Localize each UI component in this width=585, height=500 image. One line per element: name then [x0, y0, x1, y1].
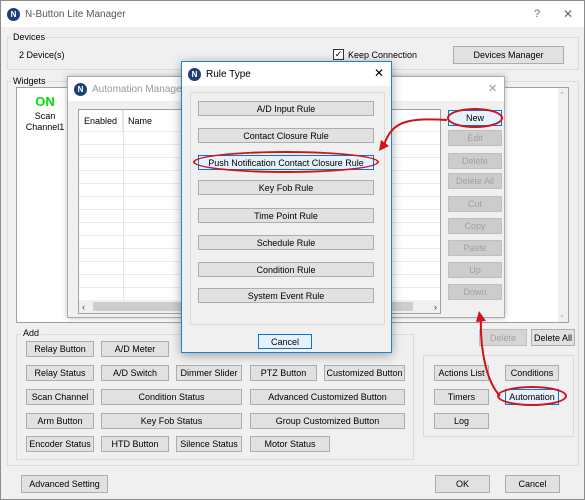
devices-manager-button[interactable]: Devices Manager — [453, 46, 564, 64]
cancel-button[interactable]: Cancel — [505, 475, 560, 493]
rule-type-titlebar[interactable]: N Rule Type ✕ — [182, 62, 391, 86]
new-rule-button[interactable]: New — [448, 110, 502, 126]
ok-button[interactable]: OK — [435, 475, 490, 493]
main-window-title: N-Button Lite Manager — [25, 8, 126, 20]
automation-logo-icon: N — [74, 82, 87, 96]
add-group-customized-button[interactable]: Group Customized Button — [250, 413, 405, 429]
add-ad-switch[interactable]: A/D Switch — [101, 365, 169, 381]
ad-input-rule-button[interactable]: A/D Input Rule — [198, 101, 374, 116]
add-htd-button[interactable]: HTD Button — [101, 436, 169, 452]
add-advanced-customized-button[interactable]: Advanced Customized Button — [250, 389, 405, 405]
add-relay-status[interactable]: Relay Status — [26, 365, 94, 381]
widget-name: Scan Channel1 — [25, 111, 65, 132]
contact-closure-rule-button[interactable]: Contact Closure Rule — [198, 128, 374, 143]
column-name[interactable]: Name — [123, 116, 152, 126]
keep-connection-label: Keep Connection — [348, 50, 418, 60]
delete-all-widgets-button[interactable]: Delete All — [531, 329, 575, 346]
widget-state: ON — [35, 94, 55, 109]
delete-button[interactable]: Delete — [448, 153, 502, 169]
timers-button[interactable]: Timers — [434, 389, 489, 405]
add-relay-button[interactable]: Relay Button — [26, 341, 94, 357]
system-event-rule-button[interactable]: System Event Rule — [198, 288, 374, 303]
edit-button[interactable]: Edit — [448, 130, 502, 146]
help-button[interactable]: ? — [534, 8, 540, 20]
delete-widget-button[interactable]: Delete — [479, 329, 527, 346]
cut-button[interactable]: Cut — [448, 196, 502, 212]
device-count: 2 Device(s) — [19, 50, 65, 60]
log-button[interactable]: Log — [434, 413, 489, 429]
actions-list-button[interactable]: Actions List — [434, 365, 489, 381]
add-dimmer-slider[interactable]: Dimmer Slider — [176, 365, 242, 381]
add-condition-status[interactable]: Condition Status — [101, 389, 242, 405]
schedule-rule-button[interactable]: Schedule Rule — [198, 235, 374, 250]
scroll-right-icon[interactable]: › — [434, 302, 437, 312]
rule-type-close-icon[interactable]: ✕ — [374, 66, 384, 80]
add-scan-channel[interactable]: Scan Channel — [26, 389, 94, 405]
widgets-scrollbar[interactable] — [558, 88, 568, 322]
add-ad-meter[interactable]: A/D Meter — [101, 341, 169, 357]
keep-connection-checkbox[interactable]: ✓ — [333, 49, 344, 60]
rule-type-dialog: N Rule Type ✕ A/D Input Rule Contact Clo… — [181, 61, 392, 353]
up-button[interactable]: Up — [448, 262, 502, 278]
add-silence-status[interactable]: Silence Status — [176, 436, 242, 452]
add-encoder-status[interactable]: Encoder Status — [26, 436, 94, 452]
add-group-label: Add — [21, 328, 42, 338]
automation-button[interactable]: Automation — [505, 389, 559, 405]
delete-all-button[interactable]: Delete All — [448, 173, 502, 189]
rule-type-logo-icon: N — [188, 67, 201, 81]
add-arm-button[interactable]: Arm Button — [26, 413, 94, 429]
scroll-down-icon[interactable]: ⌄ — [559, 311, 565, 319]
widget-scan-channel1[interactable]: ON Scan Channel1 — [21, 94, 69, 133]
close-icon[interactable]: ✕ — [563, 7, 573, 21]
conditions-button[interactable]: Conditions — [505, 365, 559, 381]
time-point-rule-button[interactable]: Time Point Rule — [198, 208, 374, 223]
column-divider — [123, 110, 124, 300]
add-ptz-button[interactable]: PTZ Button — [250, 365, 317, 381]
automation-manager-title: Automation Manager — [92, 83, 185, 95]
key-fob-rule-button[interactable]: Key Fob Rule — [198, 180, 374, 195]
copy-button[interactable]: Copy — [448, 218, 502, 234]
column-enabled[interactable]: Enabled — [79, 110, 123, 132]
advanced-setting-button[interactable]: Advanced Setting — [21, 475, 108, 493]
push-notification-contact-closure-rule-button[interactable]: Push Notification Contact Closure Rule — [198, 155, 374, 170]
add-motor-status[interactable]: Motor Status — [250, 436, 330, 452]
main-titlebar[interactable]: N N-Button Lite Manager ? ✕ — [1, 1, 584, 27]
scroll-up-icon[interactable]: ⌃ — [559, 91, 565, 99]
automation-close-icon[interactable]: ✕ — [488, 82, 497, 95]
add-customized-button[interactable]: Customized Button — [324, 365, 405, 381]
devices-group-label: Devices — [11, 32, 48, 42]
add-key-fob-status[interactable]: Key Fob Status — [101, 413, 242, 429]
condition-rule-button[interactable]: Condition Rule — [198, 262, 374, 277]
paste-button[interactable]: Paste — [448, 240, 502, 256]
rule-type-title: Rule Type — [206, 68, 251, 80]
rule-type-cancel-button[interactable]: Cancel — [258, 334, 312, 349]
widgets-group-label: Widgets — [11, 76, 48, 86]
scroll-left-icon[interactable]: ‹ — [82, 302, 85, 312]
app-logo-icon: N — [7, 7, 20, 21]
down-button[interactable]: Down — [448, 284, 502, 300]
